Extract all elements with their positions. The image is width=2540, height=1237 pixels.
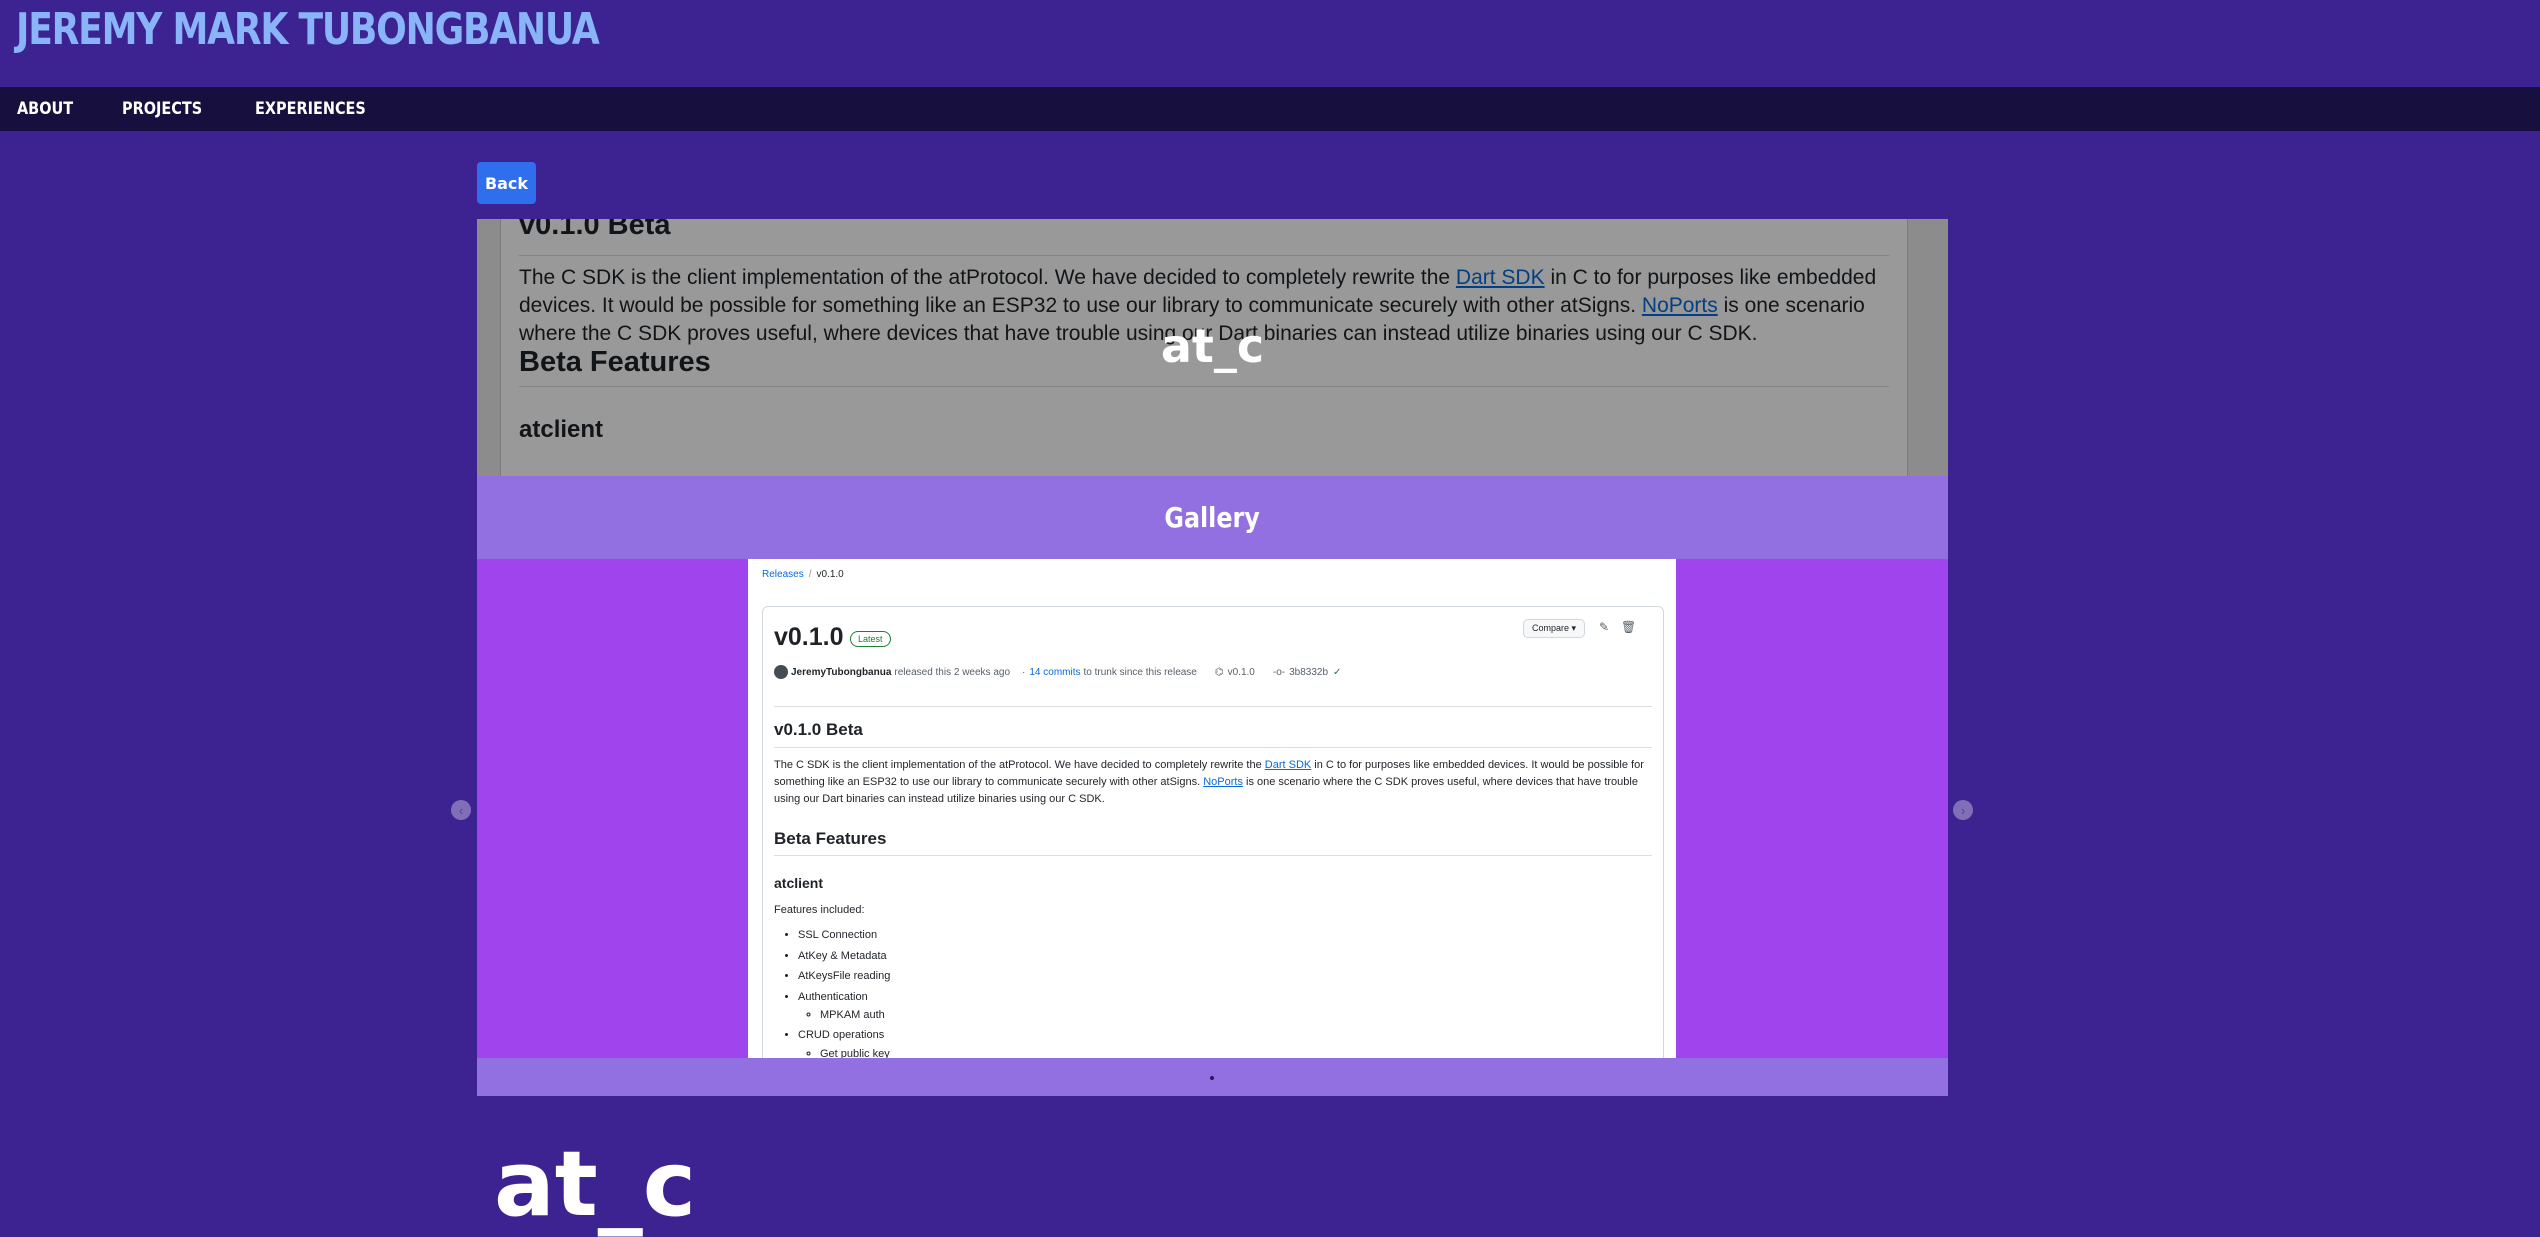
list-item: SSL Connection xyxy=(798,929,890,950)
breadcrumb-releases-link: Releases xyxy=(762,569,804,580)
gallery-title: Gallery xyxy=(1164,501,1261,534)
tag-icon: ⌬ xyxy=(1214,666,1224,678)
commit-icon: -o- xyxy=(1272,666,1286,678)
tag-label: v0.1.0 xyxy=(1227,666,1255,678)
divider xyxy=(774,747,1652,748)
list-item: Get public key xyxy=(820,1048,890,1059)
sub-list: MPKAM auth xyxy=(798,1009,890,1027)
nav-item-experiences[interactable]: EXPERIENCES xyxy=(255,99,366,119)
list-item: CRUD operations xyxy=(798,1029,890,1050)
slide-link-dart-sdk: Dart SDK xyxy=(1264,759,1312,771)
meta-separator: · xyxy=(1022,666,1026,678)
carousel-next-icon[interactable]: › xyxy=(1953,800,1973,820)
slide-atclient-heading: atclient xyxy=(774,875,824,891)
breadcrumb: Releases / v0.1.0 xyxy=(762,569,844,580)
list-item: Authentication xyxy=(798,991,890,1012)
section-title: at_c xyxy=(494,1132,697,1237)
commits-link: 14 commits xyxy=(1029,666,1081,678)
gallery-header: Gallery xyxy=(477,476,1948,559)
commits-text: to trunk since this release xyxy=(1083,666,1197,678)
nav-item-about[interactable]: ABOUT xyxy=(17,99,73,119)
author-name: JeremyTubongbanua xyxy=(791,666,892,678)
divider xyxy=(774,855,1652,856)
features-label: Features included: xyxy=(774,904,865,916)
commit-hash: 3b8332b xyxy=(1289,666,1329,678)
main-nav: ABOUT PROJECTS EXPERIENCES xyxy=(0,87,2540,131)
release-meta: JeremyTubongbanua released this 2 weeks … xyxy=(774,665,1341,679)
compare-button: Compare ▾ xyxy=(1523,619,1586,638)
avatar xyxy=(774,665,788,679)
sub-list: Get public key xyxy=(798,1048,890,1059)
slide-beta-heading: Beta Features xyxy=(774,829,887,848)
slide-link-noports: NoPorts xyxy=(1203,776,1243,788)
list-item: MPKAM auth xyxy=(820,1009,890,1027)
gallery-slide-image[interactable]: Releases / v0.1.0 v0.1.0 Latest Compare ▾ … xyxy=(748,559,1676,1058)
nav-item-projects[interactable]: PROJECTS xyxy=(122,99,202,119)
features-list: SSL Connection AtKey & Metadata AtKeysFi… xyxy=(774,929,890,1058)
latest-badge: Latest xyxy=(850,631,891,647)
slide-heading: v0.1.0 Beta xyxy=(774,720,863,739)
carousel-indicator-dot[interactable] xyxy=(1210,1076,1214,1080)
breadcrumb-separator: / xyxy=(808,569,812,580)
list-item: AtKeysFile reading xyxy=(798,970,890,991)
divider xyxy=(774,706,1652,707)
list-item: AtKey & Metadata xyxy=(798,950,890,971)
gallery-footer xyxy=(477,1058,1948,1096)
project-title: at_c xyxy=(1160,319,1265,373)
verified-icon: ✓ xyxy=(1333,666,1342,678)
release-card: v0.1.0 Latest Compare ▾ ✎ 🗑 JeremyTubong… xyxy=(762,606,1664,1058)
released-text: released this 2 weeks ago xyxy=(894,666,1011,678)
site-title[interactable]: JEREMY MARK TUBONGBANUA xyxy=(16,4,600,55)
trash-icon: 🗑 xyxy=(1621,620,1637,634)
back-button[interactable]: Back xyxy=(477,162,536,204)
slide-paragraph: The C SDK is the client implementation o… xyxy=(774,757,1652,808)
breadcrumb-current: v0.1.0 xyxy=(816,569,844,580)
edit-icon: ✎ xyxy=(1599,620,1610,634)
release-title: v0.1.0 xyxy=(774,623,844,651)
slide-text: The C SDK is the client implementation o… xyxy=(774,759,1265,771)
carousel-prev-icon[interactable]: ‹ xyxy=(451,800,471,820)
project-hero: v0.1.0 Beta The C SDK is the client impl… xyxy=(477,219,1948,476)
